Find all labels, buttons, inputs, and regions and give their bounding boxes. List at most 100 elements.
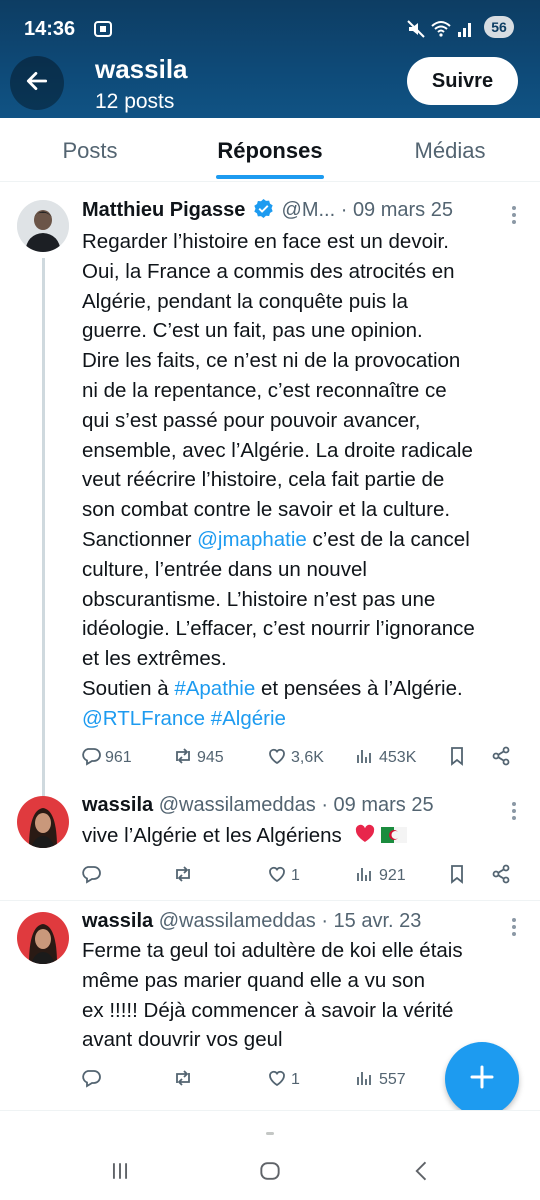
bookmark-icon xyxy=(446,863,468,890)
recent-apps-icon[interactable] xyxy=(105,1156,135,1186)
home-icon[interactable] xyxy=(255,1156,285,1186)
avatar[interactable] xyxy=(17,796,69,848)
text-line: et les extrêmes. xyxy=(82,647,227,671)
retweet-icon xyxy=(172,745,194,772)
like-button[interactable]: 3,6K xyxy=(266,744,324,772)
more-options-icon[interactable] xyxy=(512,206,518,227)
author-name[interactable]: wassila xyxy=(82,794,153,816)
author-handle: @wassilameddas xyxy=(158,794,316,816)
tweet-date: 09 mars 25 xyxy=(333,794,434,816)
reply-count: 961 xyxy=(105,749,132,766)
tweet-header: wassila @wassilameddas · 15 avr. 23 xyxy=(82,910,422,932)
text-line: Oui, la France a commis des atrocités en xyxy=(82,259,455,283)
posts-count: 12 posts xyxy=(95,90,175,113)
tweet-actions: 961 945 3,6K 453K xyxy=(80,744,520,772)
mention-link[interactable]: @RTLFrance xyxy=(82,707,205,730)
text-line: qui s’est passé pour pouvoir avancer, xyxy=(82,408,421,432)
thread-line xyxy=(42,258,45,818)
verified-badge-icon xyxy=(253,198,274,225)
text-line: @RTLFrance #Algérie xyxy=(82,704,522,734)
follow-button[interactable]: Suivre xyxy=(407,57,518,105)
author-handle: @M... xyxy=(281,199,336,221)
views-button[interactable]: 453K xyxy=(354,744,416,772)
text-line: Regarder l’histoire en face est un devoi… xyxy=(82,230,449,253)
author-name[interactable]: Matthieu Pigasse xyxy=(82,199,245,221)
views-count: 557 xyxy=(379,1071,406,1088)
back-icon[interactable] xyxy=(407,1156,437,1186)
tab-replies[interactable]: Réponses xyxy=(180,118,360,181)
avatar[interactable] xyxy=(17,912,69,964)
profile-header: wassila 12 posts Suivre xyxy=(0,46,540,118)
tweet-text: Ferme ta geul toi adultère de koi elle é… xyxy=(82,936,522,1055)
share-icon xyxy=(490,863,512,890)
bookmark-icon xyxy=(446,745,468,772)
reply-button[interactable] xyxy=(80,862,105,890)
reply-icon xyxy=(80,745,102,772)
text-line: obscurantisme. L’histoire n’est pas une xyxy=(82,587,436,611)
reply-button[interactable] xyxy=(80,1066,105,1094)
plus-icon xyxy=(467,1062,497,1097)
retweet-button[interactable] xyxy=(172,1066,197,1094)
profile-name: wassila xyxy=(95,54,188,84)
retweet-count: 945 xyxy=(197,749,224,766)
like-count: 3,6K xyxy=(291,749,324,766)
bookmark-button[interactable] xyxy=(446,744,468,772)
status-bar: 14:36 56 xyxy=(0,0,540,46)
text-line: culture, l’entrée dans un nouvel xyxy=(82,557,367,581)
mention-link[interactable]: @jmaphatie xyxy=(197,528,307,551)
avatar[interactable] xyxy=(17,200,69,252)
views-chart-icon xyxy=(354,745,376,772)
like-button[interactable]: 1 xyxy=(266,862,300,890)
views-chart-icon xyxy=(354,1067,376,1094)
text-line: Algérie, pendant la conquête puis la xyxy=(82,289,408,313)
status-time: 14:36 xyxy=(24,18,76,40)
retweet-button[interactable]: 945 xyxy=(172,744,224,772)
tweet-header: wassila @wassilameddas · 09 mars 25 xyxy=(82,794,434,816)
divider xyxy=(0,900,540,901)
scroll-handle xyxy=(266,1132,274,1135)
text-line: ensemble, avec l’Algérie. La droite radi… xyxy=(82,438,473,462)
text-line: guerre. C’est un fait, pas une opinion. xyxy=(82,319,423,343)
text-line: vive l’Algérie et les Algériens xyxy=(82,824,342,847)
like-button[interactable]: 1 xyxy=(266,1066,300,1094)
heart-icon xyxy=(266,1067,288,1094)
system-nav-bar xyxy=(0,1110,540,1200)
screenshot-icon xyxy=(92,18,114,40)
share-button[interactable] xyxy=(490,744,512,772)
retweet-icon xyxy=(172,863,194,890)
hashtag-link[interactable]: #Apathie xyxy=(174,677,255,700)
divider xyxy=(0,1110,540,1111)
views-button[interactable]: 921 xyxy=(354,862,406,890)
author-name[interactable]: wassila xyxy=(82,910,153,932)
profile-tabs: Posts Réponses Médias xyxy=(0,118,540,182)
reply-button[interactable]: 961 xyxy=(80,744,132,772)
back-button[interactable] xyxy=(10,56,64,110)
tab-media[interactable]: Médias xyxy=(360,118,540,181)
like-count: 1 xyxy=(291,1071,300,1088)
arrow-left-icon xyxy=(24,68,50,99)
tweet-header: Matthieu Pigasse @M... · 09 mars 25 xyxy=(82,198,453,225)
tweet-text: Regarder l’histoire en face est un devoi… xyxy=(82,227,522,734)
tweet-text: vive l’Algérie et les Algériens xyxy=(82,821,522,854)
wifi-icon xyxy=(430,18,452,40)
share-button[interactable] xyxy=(490,862,512,890)
text-line: veut réécrire l’histoire, cela fait part… xyxy=(82,468,445,492)
views-button[interactable]: 557 xyxy=(354,1066,406,1094)
text-line: Sanctionner @jmaphatie c’est de la cance… xyxy=(82,527,470,551)
views-count: 453K xyxy=(379,749,417,766)
hashtag-link[interactable]: #Algérie xyxy=(211,707,286,730)
text-line: ex !!!!! Déjà commencer à savoir la véri… xyxy=(82,998,454,1022)
algeria-flag-emoji xyxy=(381,824,408,854)
text-line: même pas marier quand elle a vu son xyxy=(82,968,425,992)
retweet-button[interactable] xyxy=(172,862,197,890)
bookmark-button[interactable] xyxy=(446,862,468,890)
tweet-date: 09 mars 25 xyxy=(352,199,453,221)
more-options-icon[interactable] xyxy=(512,802,518,823)
text-line: idéologie. L’effacer, c’est nourrir l’ig… xyxy=(82,617,475,641)
signal-icon xyxy=(454,18,476,40)
tweet-actions: 1 921 xyxy=(80,862,520,890)
tab-posts[interactable]: Posts xyxy=(0,118,180,181)
battery-indicator: 56 xyxy=(484,16,514,38)
compose-button[interactable] xyxy=(445,1042,519,1116)
text-line: Soutien à #Apathie et pensées à l’Algéri… xyxy=(82,676,463,700)
